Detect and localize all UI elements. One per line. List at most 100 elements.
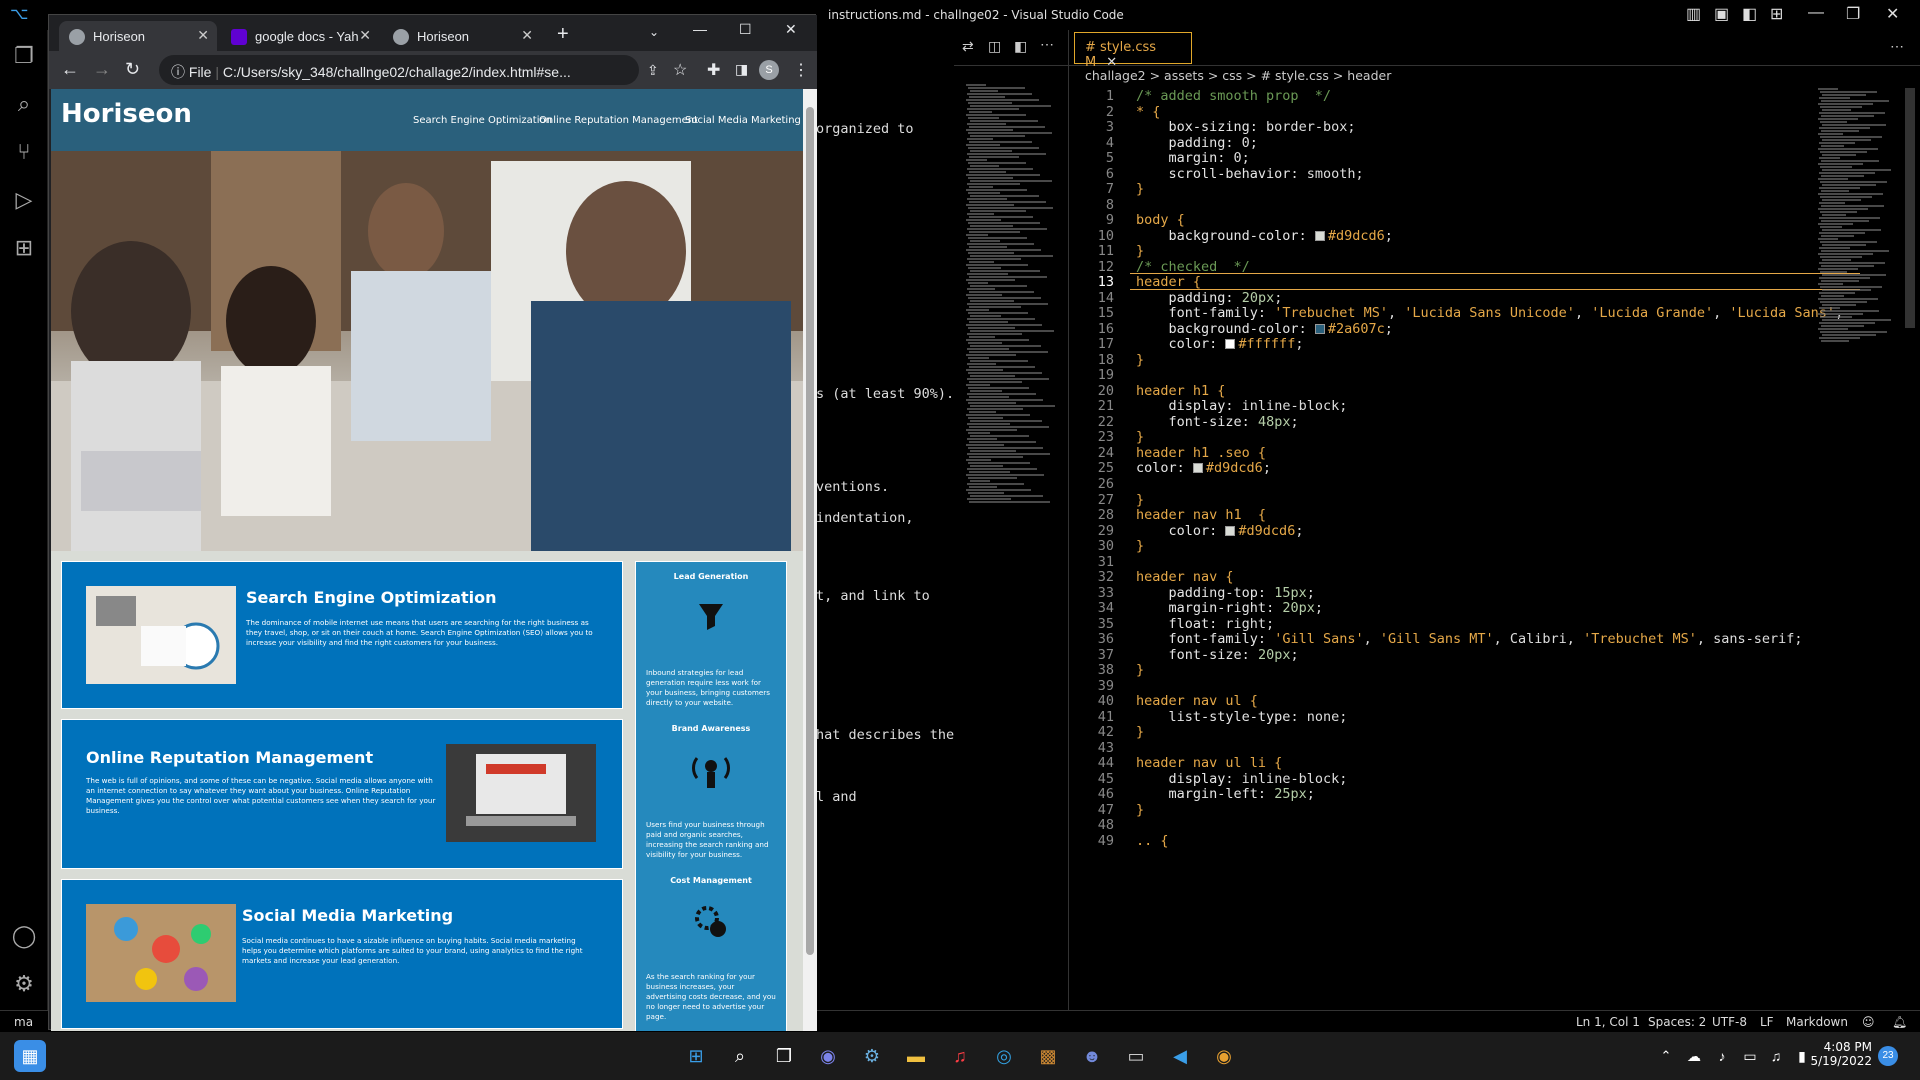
- sidebar-toggle-icon[interactable]: ◧: [1742, 4, 1757, 24]
- code-line[interactable]: header nav h1 {: [1136, 507, 1266, 523]
- clock[interactable]: 4:08 PM 5/19/2022: [1810, 1040, 1872, 1068]
- tab-close-icon[interactable]: ✕: [197, 27, 209, 44]
- notification-badge[interactable]: 23: [1878, 1046, 1898, 1066]
- editor-more-icon[interactable]: ⋯: [1890, 38, 1904, 55]
- code-line[interactable]: .. {: [1136, 833, 1169, 849]
- scroll-thumb[interactable]: [806, 107, 814, 955]
- code-line[interactable]: font-size: 48px;: [1136, 414, 1299, 430]
- code-line[interactable]: background-color: #d9dcd6;: [1136, 228, 1393, 244]
- discord-icon[interactable]: ☻: [1076, 1040, 1108, 1072]
- address-bar[interactable]: ⓘ File | C:/Users/sky_348/challnge02/cha…: [159, 55, 639, 85]
- code-line[interactable]: header h1 {: [1136, 383, 1225, 399]
- code-line[interactable]: font-size: 20px;: [1136, 647, 1299, 663]
- language-mode[interactable]: Markdown: [1786, 1015, 1848, 1029]
- code-line[interactable]: background-color: #2a607c;: [1136, 321, 1393, 337]
- layout-toggle-icon[interactable]: ▥: [1686, 4, 1701, 24]
- code-line[interactable]: float: right;: [1136, 616, 1275, 632]
- color-swatch[interactable]: [1314, 230, 1325, 241]
- minimize-icon[interactable]: —: [1808, 4, 1824, 22]
- nav-link-orm[interactable]: Online Reputation Management: [539, 115, 698, 126]
- code-line[interactable]: }: [1136, 492, 1144, 508]
- teams-icon[interactable]: ◉: [812, 1040, 844, 1072]
- account-icon[interactable]: ◯: [8, 920, 40, 952]
- close-icon[interactable]: ✕: [785, 21, 797, 38]
- code-line[interactable]: margin-left: 25px;: [1136, 786, 1315, 802]
- task-view-icon[interactable]: ▦: [14, 1040, 46, 1072]
- start-icon[interactable]: ⊞: [680, 1040, 712, 1072]
- breadcrumb[interactable]: challage2 > assets > css > # style.css >…: [1085, 68, 1391, 83]
- cursor-position[interactable]: Ln 1, Col 1: [1576, 1015, 1640, 1029]
- preview-icon[interactable]: ◫: [988, 38, 1001, 55]
- task-view-icon-2[interactable]: ❐: [768, 1040, 800, 1072]
- code-line[interactable]: }: [1136, 538, 1144, 554]
- color-swatch[interactable]: [1225, 339, 1236, 350]
- code-line[interactable]: color: #d9dcd6;: [1136, 523, 1304, 539]
- chrome-tab-3[interactable]: Horiseon ✕: [383, 21, 541, 51]
- reload-icon[interactable]: ↻: [125, 59, 140, 80]
- share-icon[interactable]: ⇪: [647, 62, 659, 79]
- source-control-icon[interactable]: ⑂: [8, 136, 40, 168]
- chrome-tab-2[interactable]: google docs - Yah ✕: [221, 21, 379, 51]
- tab-close-icon[interactable]: ✕: [521, 27, 533, 44]
- code-line[interactable]: * {: [1136, 104, 1160, 120]
- extensions-puzzle-icon[interactable]: ✚: [707, 60, 720, 80]
- vscode-icon[interactable]: ◀: [1164, 1040, 1196, 1072]
- code-line[interactable]: header {: [1136, 274, 1201, 290]
- code-line[interactable]: header nav ul li {: [1136, 755, 1282, 771]
- code-line[interactable]: }: [1136, 243, 1144, 259]
- color-swatch[interactable]: [1314, 323, 1325, 334]
- code-line[interactable]: display: inline-block;: [1136, 398, 1348, 414]
- code-line[interactable]: margin-right: 20px;: [1136, 600, 1323, 616]
- nav-link-seo[interactable]: Search Engine Optimization: [413, 115, 552, 126]
- code-line[interactable]: body {: [1136, 212, 1185, 228]
- feedback-icon[interactable]: ☺: [1862, 1015, 1875, 1029]
- steam-icon[interactable]: ⚙: [856, 1040, 888, 1072]
- code-line[interactable]: box-sizing: border-box;: [1136, 119, 1356, 135]
- chrome-icon[interactable]: ◉: [1208, 1040, 1240, 1072]
- chrome-tab-1[interactable]: Horiseon ✕: [59, 21, 217, 51]
- minimap-right[interactable]: [1818, 88, 1908, 368]
- side-panel-icon[interactable]: ◨: [735, 61, 748, 78]
- code-line[interactable]: padding-top: 15px;: [1136, 585, 1315, 601]
- code-line[interactable]: padding: 20px;: [1136, 290, 1283, 306]
- color-swatch[interactable]: [1192, 463, 1203, 474]
- open-changes-icon[interactable]: ⇄: [962, 38, 974, 55]
- itunes-icon[interactable]: ♫: [944, 1040, 976, 1072]
- code-line[interactable]: display: inline-block;: [1136, 771, 1348, 787]
- minimize-icon[interactable]: —: [693, 21, 707, 37]
- customize-layout-icon[interactable]: ⊞: [1770, 4, 1783, 24]
- code-line[interactable]: }: [1136, 352, 1144, 368]
- bookmark-star-icon[interactable]: ☆: [673, 60, 687, 80]
- terminal-icon[interactable]: ▭: [1120, 1040, 1152, 1072]
- code-line[interactable]: header nav {: [1136, 569, 1234, 585]
- code-line[interactable]: }: [1136, 662, 1144, 678]
- code-line[interactable]: header nav ul {: [1136, 693, 1258, 709]
- code-line[interactable]: padding: 0;: [1136, 135, 1258, 151]
- search-icon[interactable]: ⌕: [724, 1040, 756, 1072]
- info-icon[interactable]: ⓘ: [171, 64, 189, 80]
- line-ending[interactable]: LF: [1760, 1015, 1774, 1029]
- split-editor-icon[interactable]: ◧: [1014, 38, 1027, 55]
- code-line[interactable]: scroll-behavior: smooth;: [1136, 166, 1364, 182]
- code-line[interactable]: color: #ffffff;: [1136, 336, 1304, 352]
- close-icon[interactable]: ✕: [1886, 4, 1899, 24]
- encoding[interactable]: UTF-8: [1712, 1015, 1747, 1029]
- restore-icon[interactable]: ❐: [1846, 4, 1860, 24]
- site-title[interactable]: Horiseon: [61, 99, 192, 129]
- editor-divider[interactable]: [1068, 30, 1069, 1010]
- tab-close-icon[interactable]: ✕: [359, 27, 371, 44]
- notifications-icon[interactable]: 🔔︎: [1892, 1015, 1907, 1029]
- code-line[interactable]: }: [1136, 429, 1144, 445]
- extensions-icon[interactable]: ⊞: [8, 232, 40, 264]
- code-line[interactable]: /* checked */: [1136, 259, 1250, 275]
- code-line[interactable]: color: #d9dcd6;: [1136, 460, 1271, 476]
- code-line[interactable]: font-family: 'Trebuchet MS', 'Lucida San…: [1136, 305, 1844, 321]
- settings-gear-icon[interactable]: ⚙: [8, 968, 40, 1000]
- code-line[interactable]: margin: 0;: [1136, 150, 1250, 166]
- menu-kebab-icon[interactable]: ⋮: [793, 60, 809, 80]
- forward-icon[interactable]: →: [93, 59, 111, 80]
- code-editor[interactable]: 1 /* added smooth prop */ 2 * {3 box-sizing…: [1070, 88, 1860, 1008]
- indentation[interactable]: Spaces: 2: [1648, 1015, 1706, 1029]
- minecraft-icon[interactable]: ▩: [1032, 1040, 1064, 1072]
- code-line[interactable]: /* added smooth prop */: [1136, 88, 1331, 104]
